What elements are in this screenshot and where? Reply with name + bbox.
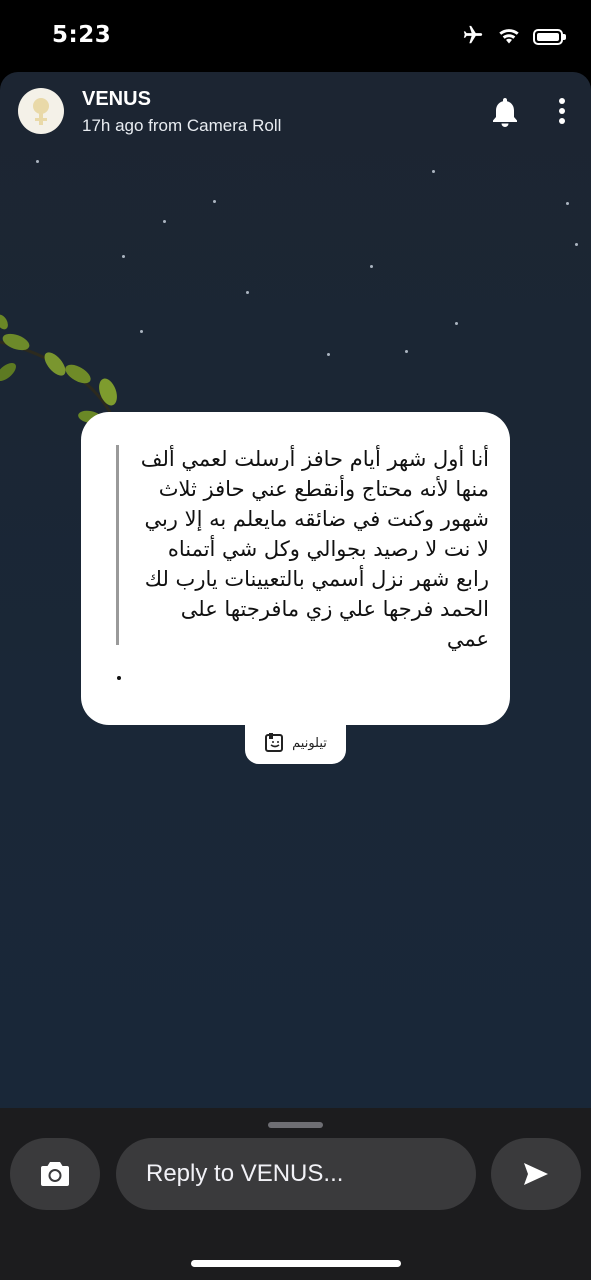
story-header: VENUS 17h ago from Camera Roll [0, 72, 591, 152]
quote-card: أنا أول شهر أيام حافز أرسلت لعمي ألف منه… [81, 412, 510, 725]
home-indicator [191, 1260, 401, 1267]
send-icon [524, 1163, 548, 1185]
status-icons [461, 24, 566, 50]
camera-icon [41, 1162, 69, 1186]
screen: 5:23 VENUS 17h ago from Camera Roll أنا … [0, 0, 591, 1280]
source-tag[interactable]: تيلونيم [245, 722, 346, 764]
battery-icon [533, 29, 566, 45]
send-button[interactable] [491, 1138, 581, 1210]
star [163, 220, 166, 223]
more-vertical-icon[interactable] [552, 98, 572, 128]
camera-button[interactable] [10, 1138, 100, 1210]
telonym-logo-icon [265, 733, 284, 752]
star [370, 265, 373, 268]
star [122, 255, 125, 258]
grabber-handle[interactable] [268, 1122, 323, 1128]
star [432, 170, 435, 173]
story-subtitle: 17h ago from Camera Roll [82, 116, 282, 135]
status-bar: 5:23 [0, 0, 591, 72]
star [405, 350, 408, 353]
quote-bar [116, 445, 119, 645]
airplane-icon [461, 24, 485, 50]
quote-text: أنا أول شهر أيام حافز أرسلت لعمي ألف منه… [140, 447, 489, 651]
star [213, 200, 216, 203]
bell-icon[interactable] [490, 96, 520, 132]
story-username[interactable]: VENUS [82, 88, 151, 111]
source-label: تيلونيم [292, 735, 327, 751]
star [575, 243, 578, 246]
star [455, 322, 458, 325]
status-time: 5:23 [52, 22, 112, 48]
star [327, 353, 330, 356]
quote-trailing-dot [117, 676, 121, 680]
star [36, 160, 39, 163]
avatar[interactable] [18, 88, 64, 134]
star [246, 291, 249, 294]
wifi-icon [497, 26, 521, 48]
reply-bar: Reply to VENUS... [0, 1108, 591, 1280]
reply-input[interactable]: Reply to VENUS... [116, 1138, 476, 1210]
story-view[interactable]: VENUS 17h ago from Camera Roll أنا أول ش… [0, 72, 591, 1112]
venus-symbol-icon [33, 98, 49, 125]
star [566, 202, 569, 205]
star [140, 330, 143, 333]
